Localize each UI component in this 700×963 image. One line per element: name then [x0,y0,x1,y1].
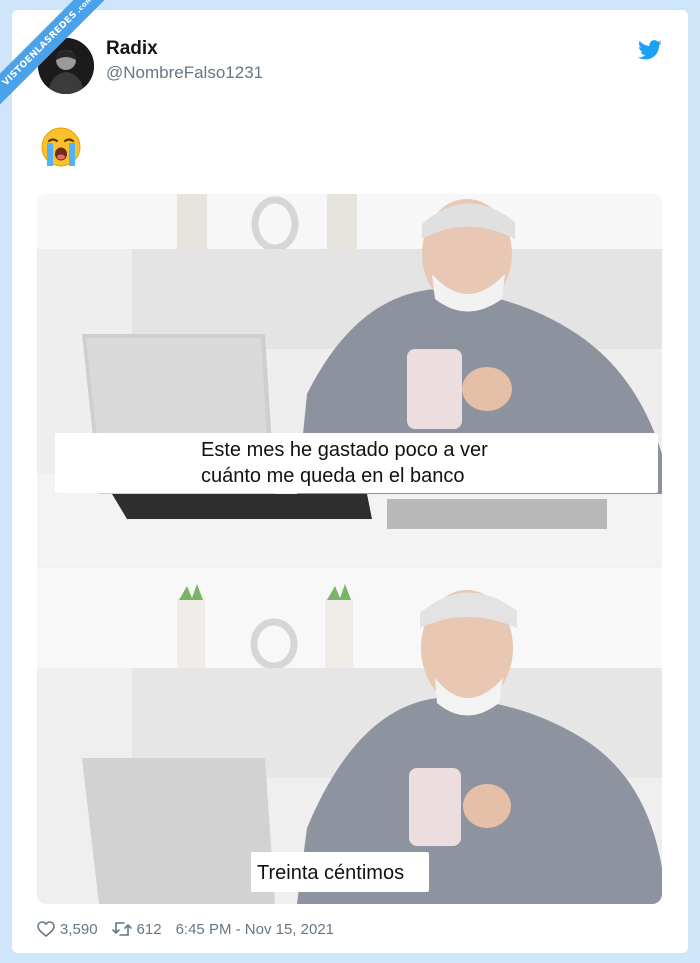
like-count: 3,590 [60,920,98,938]
ribbon-suffix: .com [74,0,95,15]
retweet-count-item[interactable]: 612 [111,920,162,938]
meme-caption-top-line2: cuánto me queda en el banco [201,465,465,487]
retweet-count: 612 [136,920,162,938]
tweet-footer: 3,590 612 6:45 PM - Nov 15, 2021 [37,918,348,940]
ribbon-text: VISTOENLASREDES [0,9,80,89]
meme-image[interactable]: Este mes he gastado poco a ver cuánto me… [37,194,662,904]
meme-panel-top [37,194,662,566]
like-count-item[interactable]: 3,590 [37,921,98,938]
twitter-bird-icon[interactable] [638,40,662,60]
meme-caption-top-line1: Este mes he gastado poco a ver [201,439,488,461]
meme-caption-bottom: Treinta céntimos [251,852,429,892]
loudly-crying-face-icon [41,127,81,167]
ribbon-label: VISTOENLASREDES.com [0,0,120,120]
tweet-timestamp[interactable]: 6:45 PM - Nov 15, 2021 [176,921,334,938]
heart-icon [37,921,55,937]
retweet-icon [111,922,132,936]
meme-caption-top: Este mes he gastado poco a ver cuánto me… [55,433,658,493]
timestamp-text: 6:45 PM - Nov 15, 2021 [175,920,335,938]
site-ribbon[interactable]: VISTOENLASREDES.com [0,0,120,120]
user-handle[interactable]: @NombreFalso1231 [106,63,263,83]
